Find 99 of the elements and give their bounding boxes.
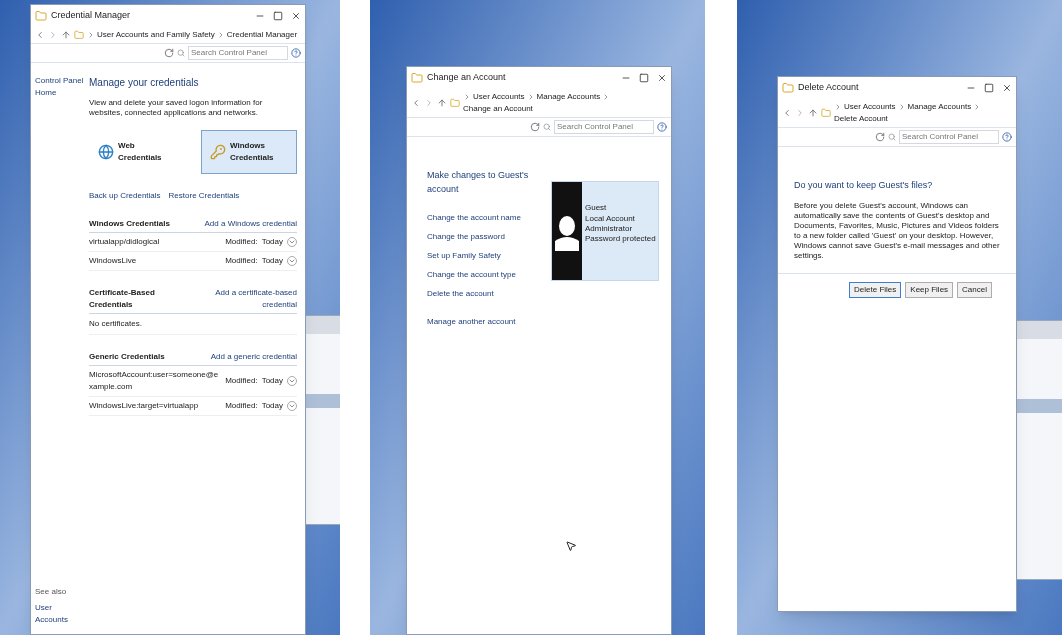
task-link[interactable]: Change the account name (427, 212, 543, 224)
dialog-button[interactable]: Cancel (957, 281, 992, 298)
search-icon (543, 123, 551, 131)
credential-tile[interactable]: Windows Credentials (201, 130, 297, 174)
folder-icon (821, 108, 831, 118)
page-heading: Manage your credentials (89, 76, 200, 90)
folder-icon (450, 98, 460, 108)
task-link[interactable]: Delete the account (427, 288, 543, 300)
chevron-icon (87, 31, 95, 39)
forward-icon[interactable] (424, 98, 434, 108)
help-icon[interactable] (1002, 132, 1012, 142)
page-description: Before you delete Guest's account, Windows can automatically save the contents of Guest's desktop and Documents, Favorites, Music, Pictures and Videos folders to a new folder called 'Guest' on your desktop. However, Windows cannot save Guest's e-mail messages and other settings. (794, 200, 1000, 261)
add-credential-link[interactable]: Add a certificate-based credential (191, 287, 297, 311)
credential-name: WindowsLive:target=virtualapp (89, 400, 200, 412)
refresh-icon[interactable] (530, 122, 540, 132)
folder-icon (782, 82, 794, 94)
forward-icon[interactable] (48, 30, 58, 40)
dialog-button[interactable]: Keep Files (905, 281, 954, 298)
modified-date: Today (261, 236, 283, 248)
breadcrumb-item[interactable]: User Accounts (473, 92, 525, 102)
credential-name: MicrosoftAccount:user=someone@example.com (89, 369, 220, 393)
search-icon (177, 49, 185, 57)
breadcrumb-item[interactable]: Change an Account (463, 104, 533, 114)
page-heading: Do you want to keep Guest's files? (794, 179, 934, 192)
account-detail: Administrator (585, 224, 634, 234)
close-icon[interactable] (291, 11, 301, 21)
help-icon[interactable] (291, 48, 301, 58)
action-link[interactable]: Back up Credentials (89, 190, 161, 202)
credential-row[interactable]: virtualapp/didlogical Modified: Today (89, 233, 297, 252)
up-icon[interactable] (808, 108, 818, 118)
page-heading: Make changes to Guest's account (427, 169, 530, 196)
sidebar-link[interactable]: Control Panel Home (35, 75, 85, 99)
task-link[interactable]: Change the account type (427, 269, 543, 281)
breadcrumb-item[interactable]: User Accounts (844, 102, 896, 112)
close-icon[interactable] (657, 73, 667, 83)
breadcrumb-item[interactable]: Manage Accounts (536, 92, 601, 102)
refresh-icon[interactable] (164, 48, 174, 58)
chevron-icon (834, 103, 842, 111)
search-field[interactable]: Search Control Panel (554, 120, 654, 134)
search-field[interactable]: Search Control Panel (188, 46, 288, 60)
account-detail: Local Account (585, 214, 636, 224)
credential-tile[interactable]: Web Credentials (89, 130, 185, 174)
user-silhouette-icon (552, 182, 582, 280)
credential-row[interactable]: MicrosoftAccount:user=someone@example.com Modified: Today (89, 366, 297, 397)
task-link[interactable]: Set up Family Safety (427, 250, 543, 262)
maximize-icon[interactable] (639, 73, 649, 83)
up-icon[interactable] (61, 30, 71, 40)
back-icon[interactable] (35, 30, 45, 40)
modified-label: Modified: (225, 400, 258, 412)
forward-icon[interactable] (795, 108, 805, 118)
refresh-icon[interactable] (875, 132, 885, 142)
back-icon[interactable] (782, 108, 792, 118)
credential-row[interactable]: WindowsLive Modified: Today (89, 252, 297, 271)
back-icon[interactable] (411, 98, 421, 108)
key-icon (210, 144, 226, 160)
breadcrumb-item[interactable]: User Accounts and Family Safety (97, 30, 215, 40)
see-also-label: See also (35, 586, 68, 598)
breadcrumb-item[interactable]: Credential Manager (226, 30, 298, 40)
folder-icon (35, 10, 47, 22)
up-icon[interactable] (437, 98, 447, 108)
help-icon[interactable] (657, 122, 667, 132)
account-detail: Password protected (585, 234, 656, 244)
sidebar-link[interactable]: User Accounts (35, 602, 85, 626)
folder-icon (411, 72, 423, 84)
add-credential-link[interactable]: Add a Windows credential (204, 218, 297, 230)
globe-icon (98, 144, 114, 160)
credential-row[interactable]: WindowsLive:target=virtualapp Modified: Today (89, 397, 297, 416)
close-icon[interactable] (1002, 83, 1012, 93)
modified-label: Modified: (225, 375, 258, 387)
modified-label: Modified: (225, 255, 258, 267)
modified-date: Today (261, 375, 283, 387)
maximize-icon[interactable] (984, 83, 994, 93)
chevron-icon (463, 93, 471, 101)
section-title: Windows Credentials (89, 218, 170, 230)
add-credential-link[interactable]: Add a generic credential (210, 351, 297, 363)
action-link[interactable]: Restore Credentials (168, 190, 240, 202)
section-title: Certificate-Based Credentials (89, 287, 156, 311)
modified-date: Today (261, 255, 283, 267)
credential-name: virtualapp/didlogical (89, 236, 161, 248)
search-field[interactable]: Search Control Panel (899, 130, 999, 144)
page-description: View and delete your saved logon information for websites, connected applications and networks. (89, 98, 264, 118)
breadcrumb-item[interactable]: Manage Accounts (907, 102, 972, 112)
maximize-icon[interactable] (273, 11, 283, 21)
modified-date: Today (261, 400, 283, 412)
folder-icon (74, 30, 84, 40)
task-link[interactable]: Change the password (427, 231, 543, 243)
search-icon (888, 133, 896, 141)
account-name: Guest (585, 202, 608, 214)
mouse-cursor-icon (565, 540, 577, 552)
empty-message: No certificates. (89, 314, 297, 335)
window-title: Delete Account (798, 81, 859, 95)
breadcrumb-item[interactable]: Delete Account (834, 114, 888, 124)
dialog-button[interactable]: Delete Files (849, 281, 902, 298)
window-title: Change an Account (427, 71, 506, 85)
credential-name: WindowsLive (89, 255, 138, 267)
window-title: Credential Manager (51, 9, 131, 23)
modified-label: Modified: (225, 236, 258, 248)
task-link[interactable]: Manage another account (427, 316, 543, 328)
section-title: Generic Credentials (89, 351, 165, 363)
